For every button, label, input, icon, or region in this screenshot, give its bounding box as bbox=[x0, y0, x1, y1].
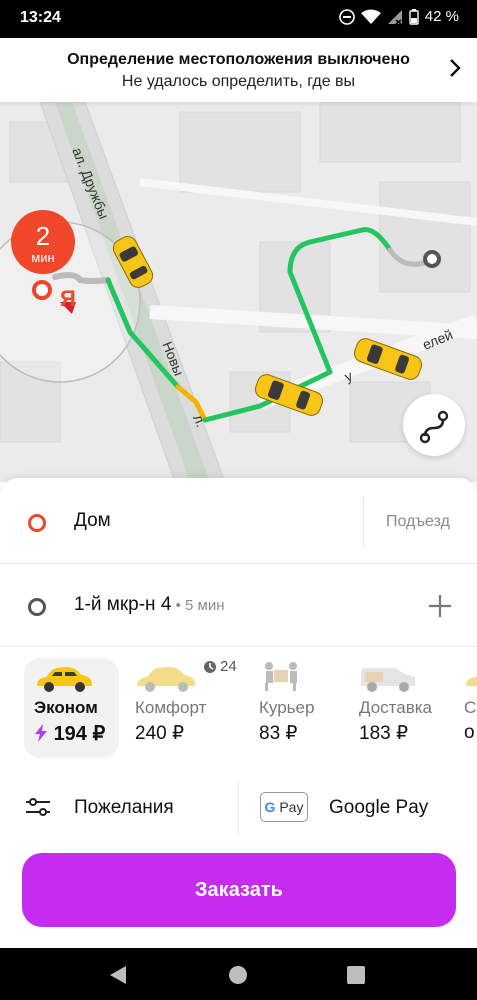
payment-method-button[interactable]: G Pay Google Pay bbox=[239, 780, 477, 834]
delivery-van-icon bbox=[361, 668, 415, 692]
battery-level: 42 % bbox=[424, 8, 459, 25]
tariff-name: Курьер bbox=[259, 698, 315, 717]
tariff-card-comfort[interactable]: 24 Комфорт 240 ₽ bbox=[135, 658, 245, 758]
tariff-card-courier[interactable]: Курьер 83 ₽ bbox=[259, 658, 349, 758]
payment-method-label: Google Pay bbox=[329, 797, 429, 818]
entrance-button[interactable]: Подъезд bbox=[386, 513, 450, 531]
banner-title: Определение местоположения выключено bbox=[67, 51, 410, 68]
car-icon bbox=[466, 675, 477, 686]
banner-subtitle: Не удалось определить, где вы bbox=[121, 73, 356, 90]
gpay-badge-text: Pay bbox=[279, 799, 304, 815]
divider bbox=[0, 563, 477, 564]
pickup-address-row[interactable]: Дом Подъезд bbox=[0, 482, 477, 562]
tariff-price: 194 ₽ bbox=[53, 723, 106, 745]
pickup-point-icon bbox=[28, 514, 46, 532]
divider bbox=[363, 498, 364, 548]
back-icon[interactable] bbox=[108, 965, 128, 985]
destination-eta: • 5 мин bbox=[171, 597, 225, 614]
wishes-label: Пожелания bbox=[74, 797, 174, 818]
tariff-price: о bbox=[464, 722, 475, 743]
wishes-button[interactable]: Пожелания bbox=[0, 780, 238, 834]
recents-icon[interactable] bbox=[347, 966, 365, 984]
settings-sliders-icon bbox=[26, 798, 50, 816]
google-pay-icon: G Pay bbox=[260, 792, 308, 822]
system-nav-bar bbox=[0, 948, 477, 1000]
tariff-name: С bbox=[464, 698, 477, 717]
wifi-icon bbox=[360, 9, 381, 24]
destination-point-icon bbox=[28, 598, 46, 616]
tariff-name: Эконом bbox=[34, 698, 98, 717]
eta-unit: мин bbox=[31, 250, 54, 265]
courier-icon bbox=[265, 662, 297, 691]
tariff-card-delivery[interactable]: Доставка 183 ₽ bbox=[359, 658, 454, 758]
tariff-name: Доставка bbox=[359, 698, 433, 717]
status-bar: 13:24 42 % bbox=[0, 0, 477, 38]
do-not-disturb-icon bbox=[338, 8, 355, 25]
route-icon bbox=[419, 410, 449, 444]
tariff-price: 183 ₽ bbox=[359, 723, 409, 744]
tariff-card-economy[interactable]: Эконом 194 ₽ bbox=[24, 658, 119, 758]
lightning-icon bbox=[35, 724, 47, 742]
eta-value: 2 bbox=[36, 221, 50, 251]
tariff-card-partial[interactable]: С о bbox=[464, 658, 477, 758]
pickup-address: Дом bbox=[74, 510, 111, 531]
comfort-car-icon bbox=[137, 667, 195, 692]
timer-icon bbox=[204, 661, 216, 673]
tariff-name: Комфорт bbox=[135, 698, 207, 717]
battery-icon bbox=[409, 8, 419, 25]
tariff-price: 240 ₽ bbox=[135, 723, 185, 744]
route-overview-button[interactable] bbox=[403, 394, 465, 456]
clock: 13:24 bbox=[20, 9, 61, 26]
location-disabled-banner[interactable]: Определение местоположения выключено Не … bbox=[0, 38, 477, 102]
tariff-badge: 24 bbox=[220, 658, 237, 675]
economy-car-icon bbox=[37, 667, 92, 692]
destination-address: 1-й мкр-н 4 bbox=[74, 594, 172, 615]
divider bbox=[0, 646, 477, 647]
order-button[interactable]: Заказать bbox=[22, 853, 456, 927]
signal-icon bbox=[387, 9, 402, 25]
destination-address-row[interactable]: 1-й мкр-н 4 • 5 мин bbox=[0, 565, 477, 645]
chevron-right-icon bbox=[450, 59, 461, 77]
tariff-price: 83 ₽ bbox=[259, 723, 298, 744]
map[interactable]: ал. Дружбы Новы л. у елей 2 мин Я bbox=[0, 102, 477, 482]
pin-label: Я bbox=[60, 286, 76, 311]
home-icon[interactable] bbox=[228, 965, 248, 985]
add-stop-icon[interactable] bbox=[428, 594, 452, 618]
